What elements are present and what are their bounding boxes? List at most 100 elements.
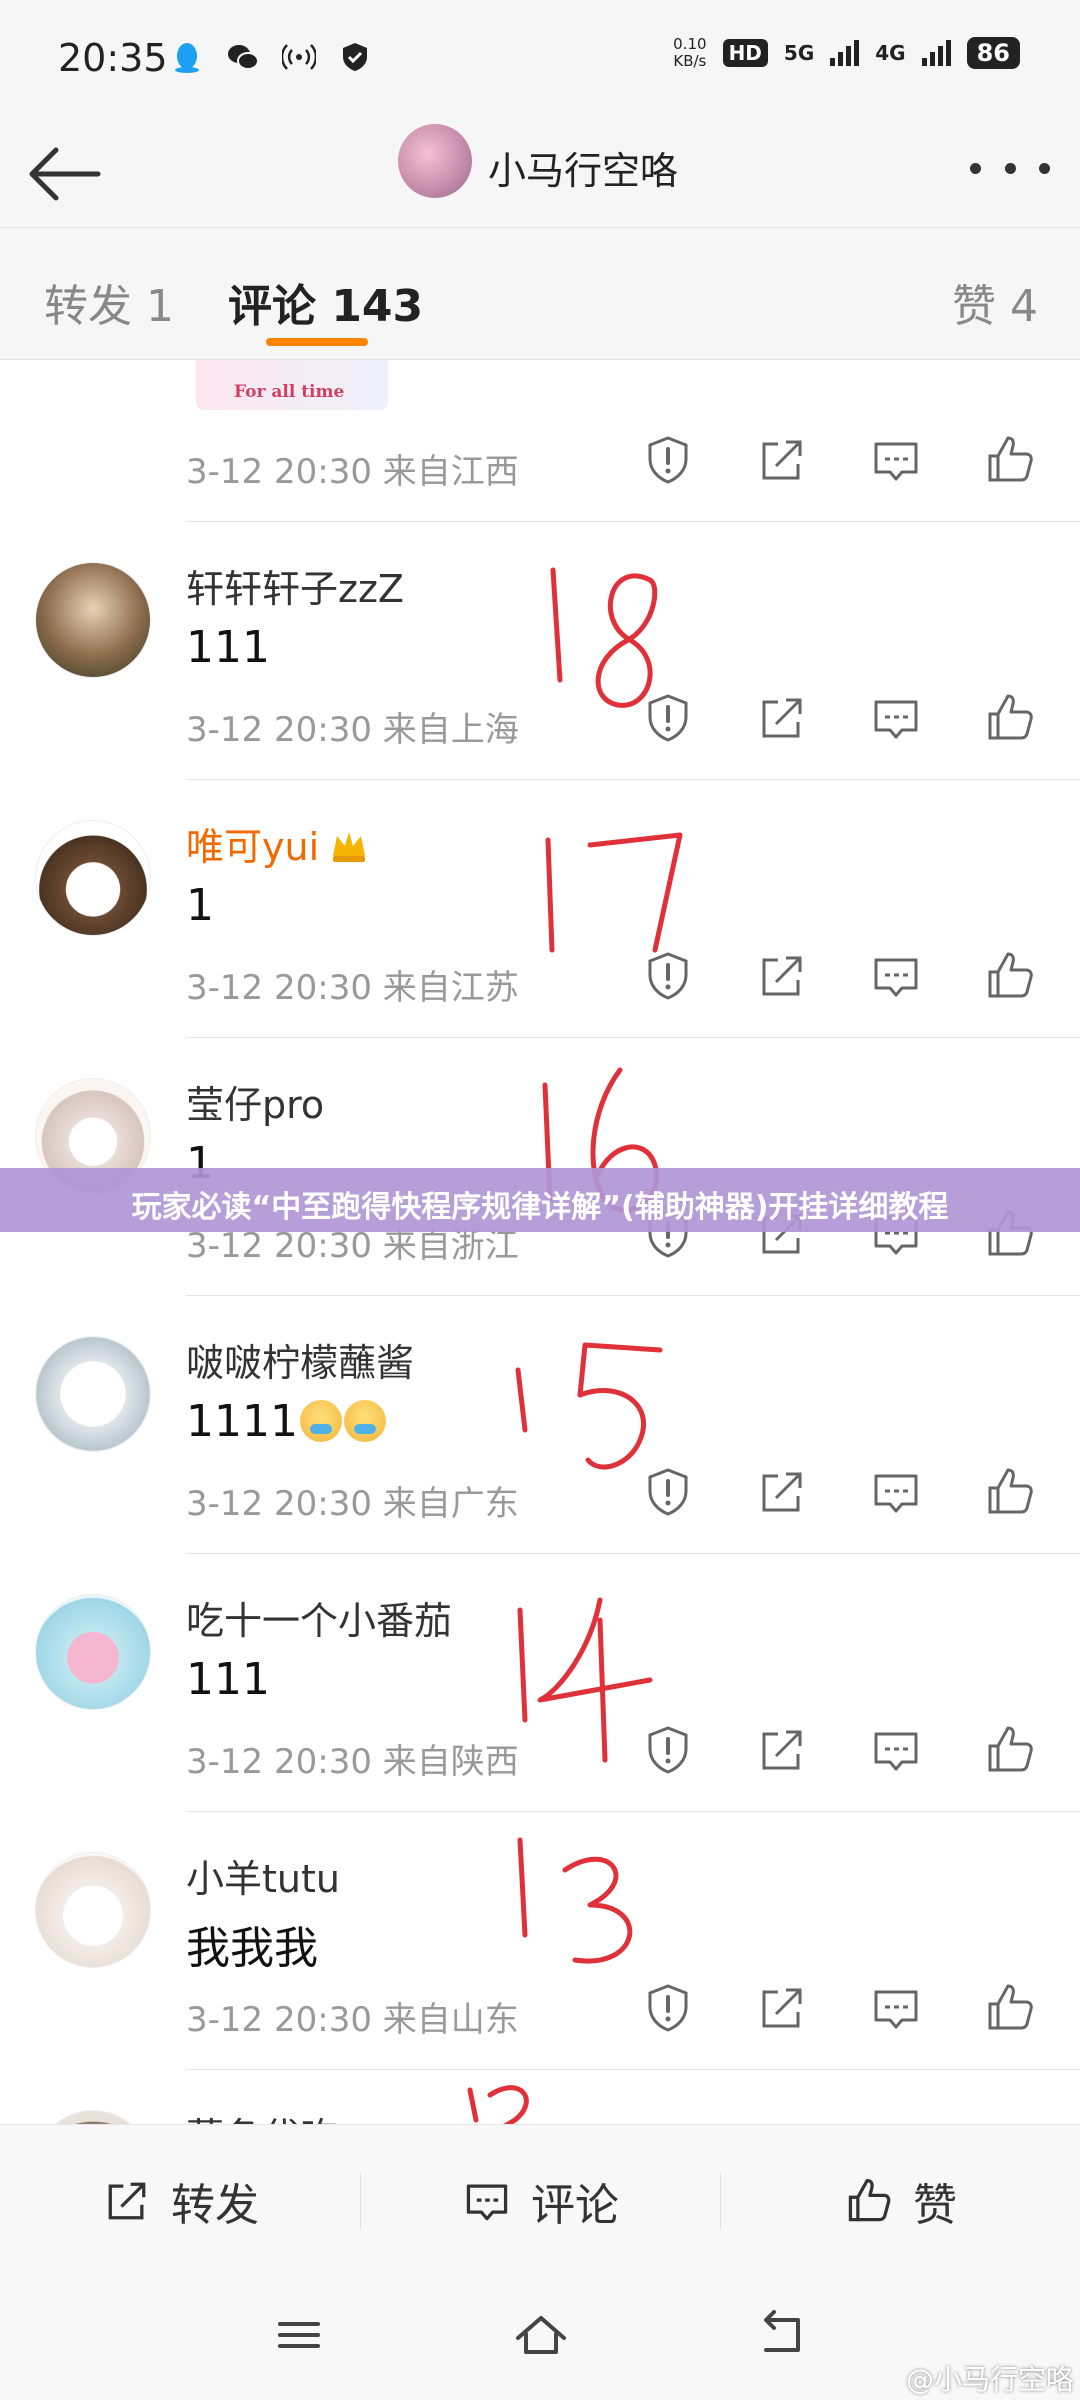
- status-time: 20:35: [58, 36, 168, 80]
- signal-4g-label: 4G: [875, 41, 906, 65]
- tab-forward[interactable]: 转发 1: [44, 270, 174, 334]
- comment-item: 啵啵柠檬蘸酱 1111 3-12 20:30 来自广东: [0, 1296, 1080, 1554]
- reply-icon[interactable]: [868, 1980, 924, 2036]
- comment-author[interactable]: 啵啵柠檬蘸酱: [186, 1332, 414, 1387]
- like-icon[interactable]: [982, 1464, 1038, 1520]
- comment-button[interactable]: 评论: [360, 2125, 720, 2277]
- repost-icon: [108, 2182, 146, 2220]
- back-icon[interactable]: [746, 2300, 816, 2370]
- avatar[interactable]: [35, 562, 151, 678]
- comment-item: 3-12 20:30 来自江西: [0, 360, 1080, 522]
- report-icon[interactable]: [640, 948, 696, 1004]
- home-icon[interactable]: [506, 2300, 576, 2370]
- signal-bars-icon: [830, 40, 860, 66]
- reply-icon[interactable]: [868, 432, 924, 488]
- status-bar: 20:35 0.10 KB/s HD 5G 4G 86: [0, 0, 1080, 120]
- promo-banner: 玩家必读“中至跑得快程序规律详解”(辅助神器)开挂详细教程: [0, 1168, 1080, 1232]
- net-speed: 0.10 KB/s: [673, 35, 707, 70]
- qq-penguin-icon: [175, 43, 199, 73]
- like-button[interactable]: 赞: [720, 2125, 1080, 2277]
- report-icon[interactable]: [640, 690, 696, 746]
- comment-text: 我我我: [186, 1923, 318, 1974]
- like-label: 赞: [913, 2180, 957, 2231]
- comment-meta: 3-12 20:30 来自陕西: [186, 1742, 519, 1782]
- reply-icon[interactable]: [868, 1722, 924, 1778]
- comment-item: 莹仔pro 1 3-12 20:30 来自浙江: [0, 1038, 1080, 1296]
- vip-crown-icon: [333, 832, 366, 862]
- comment-meta: 3-12 20:30 来自上海: [186, 710, 519, 750]
- author-avatar[interactable]: [398, 124, 472, 198]
- repost-icon[interactable]: [754, 948, 810, 1004]
- report-icon[interactable]: [640, 1722, 696, 1778]
- crying-emoji-icon: [299, 1400, 342, 1442]
- signal-5g-label: 5G: [783, 41, 815, 65]
- crying-emoji-icon: [343, 1400, 386, 1442]
- comment-author[interactable]: 吃十一个小番茄: [186, 1590, 452, 1645]
- comment-text: 1111: [186, 1396, 386, 1447]
- report-icon[interactable]: [640, 1464, 696, 1520]
- report-icon[interactable]: [640, 432, 696, 488]
- tab-bar: 转发 1 评论 143 赞 4: [0, 228, 1080, 360]
- shield-check-icon: [343, 43, 367, 71]
- tab-likes[interactable]: 赞 4: [952, 270, 1038, 334]
- repost-icon[interactable]: [754, 1980, 810, 2036]
- repost-icon[interactable]: [754, 1722, 810, 1778]
- page-title[interactable]: 小马行空咯: [488, 140, 678, 195]
- source-watermark: @小马行空咯: [905, 2363, 1074, 2396]
- comment-label: 评论: [531, 2180, 619, 2231]
- comment-author[interactable]: 莹仔pro: [186, 1074, 324, 1129]
- avatar[interactable]: [35, 1594, 151, 1710]
- avatar[interactable]: [35, 2110, 151, 2124]
- more-options-icon[interactable]: [970, 148, 1050, 188]
- comment-text: 1: [186, 880, 214, 931]
- system-nav-bar: @小马行空咯: [0, 2276, 1080, 2400]
- like-icon[interactable]: [982, 1980, 1038, 2036]
- repost-icon[interactable]: [754, 1464, 810, 1520]
- comment-item: 薯条代吃: [0, 2070, 1080, 2124]
- signal-bars-icon: [921, 40, 951, 66]
- report-icon[interactable]: [640, 1980, 696, 2036]
- comment-author[interactable]: 小羊tutu: [186, 1848, 340, 1903]
- forward-label: 转发: [171, 2180, 259, 2231]
- comment-list[interactable]: For all time 3-12 20:30 来自江西 轩轩轩子zzZ 111…: [0, 360, 1080, 2124]
- comment-item: 吃十一个小番茄 111 3-12 20:30 来自陕西: [0, 1554, 1080, 1812]
- comment-text: 111: [186, 1654, 270, 1705]
- avatar[interactable]: [35, 1336, 151, 1452]
- avatar[interactable]: [35, 1852, 151, 1968]
- active-tab-indicator: [266, 338, 368, 346]
- promo-banner-text: 玩家必读“中至跑得快程序规律详解”(辅助神器)开挂详细教程: [131, 1190, 949, 1225]
- wechat-icon: [228, 45, 259, 70]
- back-arrow-icon[interactable]: [22, 130, 110, 218]
- reply-icon[interactable]: [868, 1464, 924, 1520]
- comment-item: 唯可yui 1 3-12 20:30 来自江苏: [0, 780, 1080, 1038]
- reply-icon[interactable]: [868, 690, 924, 746]
- hd-badge: HD: [722, 39, 768, 67]
- comment-bubble-icon: [466, 2184, 508, 2221]
- like-icon[interactable]: [982, 432, 1038, 488]
- like-icon[interactable]: [982, 948, 1038, 1004]
- hotspot-icon: [282, 44, 316, 70]
- comment-text: 111: [186, 622, 270, 673]
- repost-icon[interactable]: [754, 432, 810, 488]
- comment-item: 小羊tutu 我我我 3-12 20:30 来自山东: [0, 1812, 1080, 2070]
- like-icon[interactable]: [982, 690, 1038, 746]
- avatar[interactable]: [35, 820, 151, 936]
- comment-author[interactable]: 唯可yui: [186, 816, 369, 871]
- tab-comments[interactable]: 评论 143: [228, 270, 423, 334]
- title-bar: 小马行空咯: [0, 120, 1080, 228]
- repost-icon[interactable]: [754, 690, 810, 746]
- thumbs-up-icon: [848, 2178, 891, 2222]
- reply-icon[interactable]: [868, 948, 924, 1004]
- battery-level: 86: [966, 37, 1020, 69]
- comment-meta: 3-12 20:30 来自广东: [186, 1484, 519, 1524]
- bottom-action-bar: 转发 评论 赞: [0, 2124, 1080, 2276]
- comment-meta: 3-12 20:30 来自山东: [186, 2000, 519, 2040]
- comment-author[interactable]: 轩轩轩子zzZ: [186, 558, 404, 613]
- menu-icon[interactable]: [264, 2300, 334, 2370]
- forward-button[interactable]: 转发: [0, 2125, 360, 2277]
- comment-item: 轩轩轩子zzZ 111 3-12 20:30 来自上海: [0, 522, 1080, 780]
- comment-meta: 3-12 20:30 来自江西: [186, 452, 519, 492]
- like-icon[interactable]: [982, 1722, 1038, 1778]
- comment-meta: 3-12 20:30 来自江苏: [186, 968, 519, 1008]
- comment-author[interactable]: 薯条代吃: [186, 2106, 338, 2124]
